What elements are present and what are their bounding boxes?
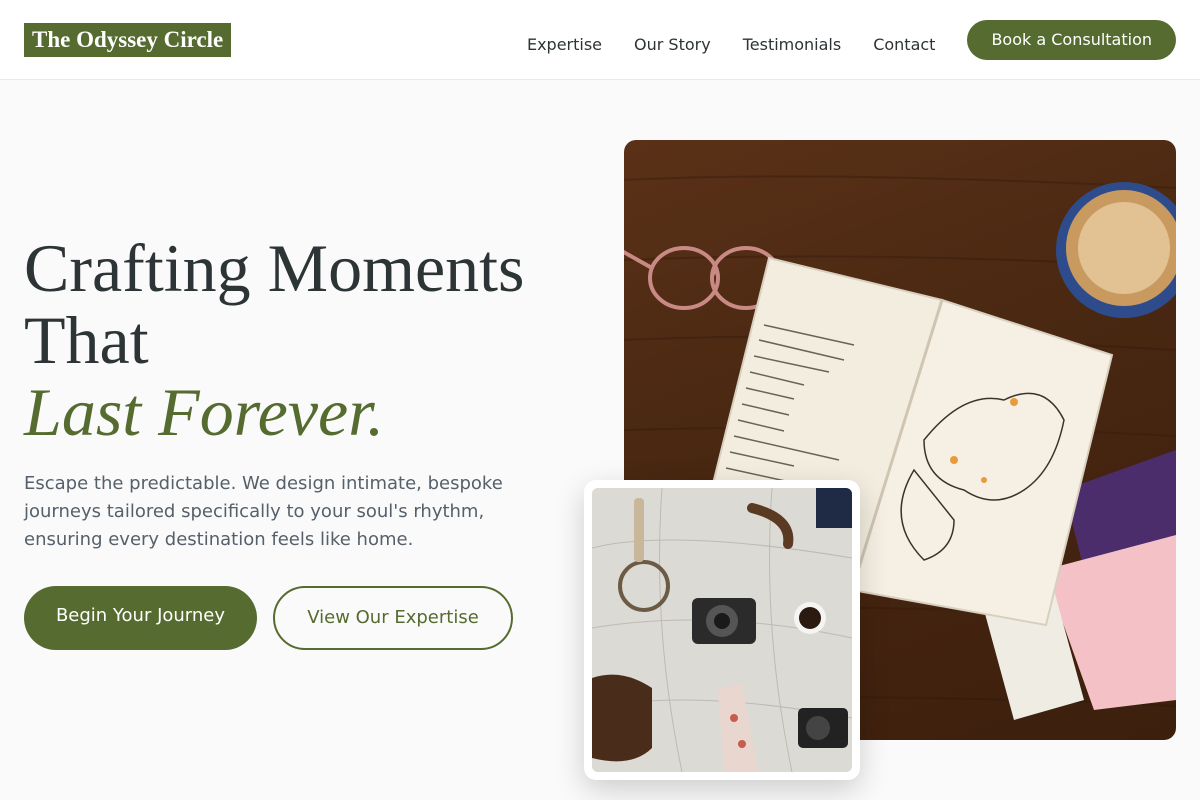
hero-title-line-2: That (24, 302, 149, 378)
nav-link-testimonials[interactable]: Testimonials (743, 35, 842, 55)
hero-title: Crafting Moments That Last Forever. (24, 232, 584, 448)
site-header: The Odyssey Circle Expertise Our Story T… (0, 0, 1200, 80)
brand-logo[interactable]: The Odyssey Circle (24, 23, 232, 57)
begin-journey-button[interactable]: Begin Your Journey (24, 586, 257, 650)
vintage-cameras-map-photo (592, 488, 852, 772)
book-consultation-button[interactable]: Book a Consultation (967, 20, 1176, 60)
main-nav: Expertise Our Story Testimonials Contact… (527, 20, 1176, 60)
hero-subtitle: Escape the predictable. We design intima… (24, 473, 503, 550)
hero-title-line-1: Crafting Moments (24, 230, 525, 306)
vintage-cameras-photo-card (584, 480, 860, 780)
nav-link-our-story[interactable]: Our Story (634, 35, 711, 55)
nav-link-expertise[interactable]: Expertise (527, 35, 602, 55)
view-expertise-button[interactable]: View Our Expertise (273, 586, 513, 650)
hero-title-accent: Last Forever. (24, 374, 385, 450)
nav-link-contact[interactable]: Contact (873, 35, 935, 55)
cameras-map-illustration (592, 488, 852, 772)
